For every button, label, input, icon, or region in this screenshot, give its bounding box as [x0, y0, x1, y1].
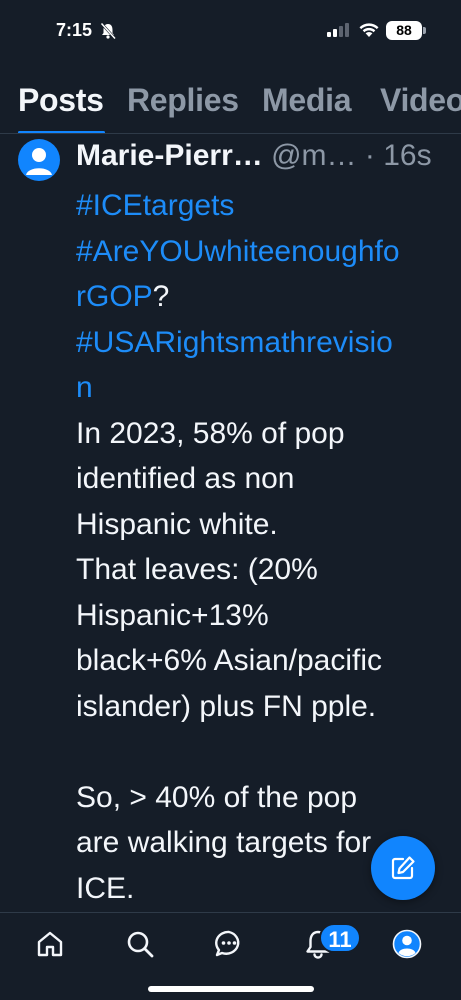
chat-icon[interactable] — [214, 929, 244, 959]
compose-icon — [391, 856, 415, 880]
post-line: So, > 40% of the pop — [76, 780, 358, 814]
post-timestamp[interactable]: · 16s — [365, 139, 432, 172]
battery-tip — [423, 27, 426, 34]
compose-button[interactable] — [371, 836, 435, 900]
post-text-fragment: ? — [152, 280, 170, 313]
post-line: identified as non — [76, 462, 295, 495]
battery-indicator: 88 — [386, 21, 422, 40]
post-line: #USARightsmathrevisio — [76, 320, 446, 366]
hashtag-link[interactable]: #AreYOUwhiteenoughfo — [76, 235, 400, 268]
post-header: Marie-Pierr… @m… · 16s — [76, 138, 456, 174]
status-time: 7:15 — [56, 20, 93, 40]
signal-icon — [327, 23, 349, 37]
post-text: #ICEtargets #AreYOUwhiteenoughfo rGOP? #… — [76, 183, 446, 911]
search-icon[interactable] — [125, 929, 155, 959]
tab-videos[interactable]: Videos — [380, 82, 461, 119]
home-icon[interactable] — [35, 929, 65, 959]
hashtag-link[interactable]: #ICEtargets — [76, 189, 234, 222]
tab-media[interactable]: Media — [262, 82, 352, 119]
avatar[interactable] — [18, 139, 60, 181]
post-line: rGOP? — [76, 274, 446, 320]
default-avatar-icon — [26, 148, 52, 175]
profile-icon[interactable] — [392, 929, 422, 959]
author-name[interactable]: Marie-Pierr… — [76, 139, 263, 172]
post-line: #AreYOUwhiteenoughfo — [76, 229, 446, 275]
post-line: islander) plus FN pple. — [76, 689, 377, 723]
hashtag-link[interactable]: n — [76, 371, 93, 404]
post-line: That leaves: (20% — [76, 553, 318, 586]
post-line: In 2023, 58% of pop — [76, 416, 345, 450]
status-bar: 7:15 88 — [0, 0, 461, 62]
post-line: #ICEtargets — [76, 183, 446, 229]
home-indicator[interactable] — [148, 986, 314, 992]
wifi-icon — [359, 23, 379, 37]
bell-muted-icon — [100, 22, 116, 40]
post-line: Hispanic+13% — [76, 598, 269, 632]
tab-posts[interactable]: Posts — [18, 82, 104, 119]
notification-badge: 11 — [319, 923, 361, 953]
post-line: black+6% Asian/pacific — [76, 644, 383, 677]
post-line: n — [76, 365, 446, 411]
hashtag-link[interactable]: rGOP — [76, 280, 153, 313]
tab-replies[interactable]: Replies — [127, 82, 239, 119]
hashtag-link[interactable]: #USARightsmathrevisio — [76, 326, 393, 359]
divider — [0, 133, 461, 134]
post-line: Hispanic white. — [76, 507, 278, 541]
profile-tabs: Posts Replies Media Videos — [0, 62, 461, 134]
author-handle[interactable]: @m… — [271, 139, 356, 172]
